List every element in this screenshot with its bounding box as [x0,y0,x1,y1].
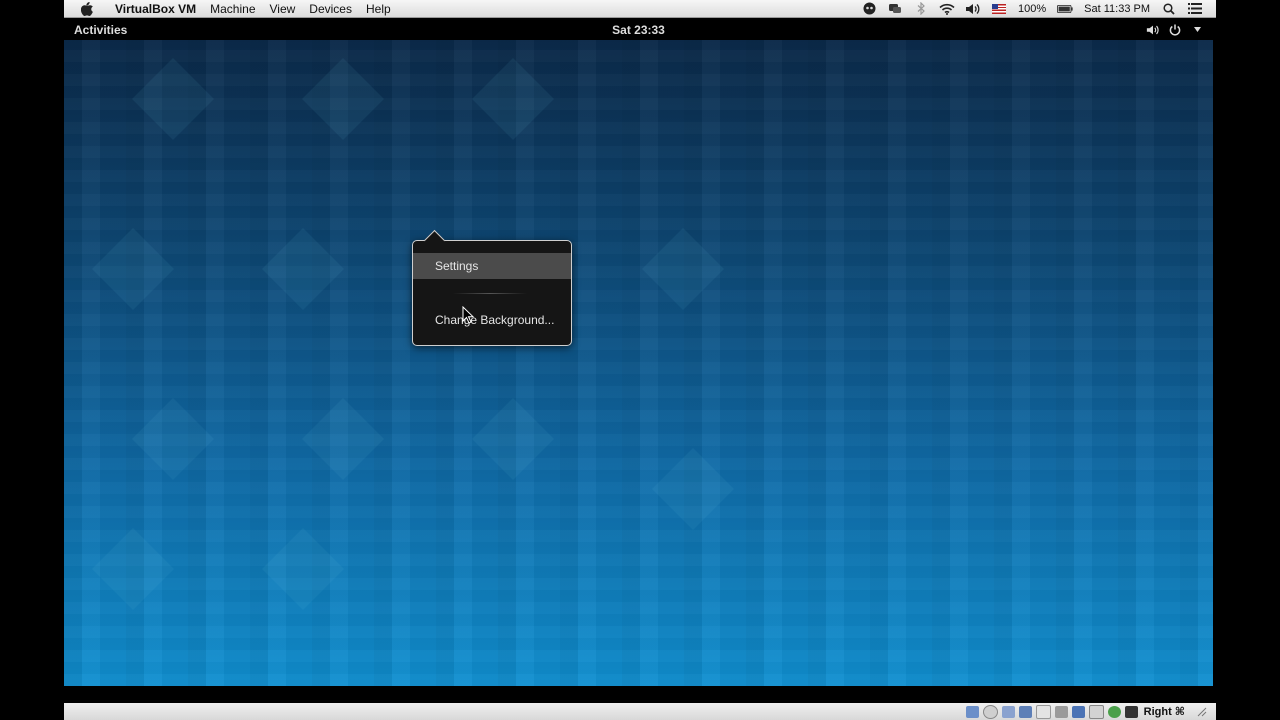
host-clock[interactable]: Sat 11:33 PM [1084,3,1150,15]
menu-devices[interactable]: Devices [302,0,359,17]
popup-pointer [423,229,446,252]
us-flag-icon[interactable] [991,2,1007,16]
activities-button[interactable]: Activities [74,23,127,37]
gnome-top-bar: Activities Sat 23:33 [64,19,1213,40]
volume-icon[interactable] [965,2,981,16]
menu-machine[interactable]: Machine [203,0,262,17]
menu-item-settings[interactable]: Settings [413,253,571,279]
host-menu-bar: VirtualBox VM Machine View Devices Help [64,0,1216,18]
power-icon[interactable] [1167,23,1183,37]
menu-separator [453,293,527,294]
shared-folders-icon[interactable] [1054,705,1068,718]
alien-icon[interactable] [861,2,877,16]
spotlight-search-icon[interactable] [1161,2,1177,16]
resize-grip-icon[interactable] [1195,706,1208,718]
battery-percent: 100% [1018,2,1047,15]
screen: VirtualBox VM Machine View Devices Help [0,0,1280,720]
battery-icon[interactable] [1057,2,1073,16]
floppy-icon[interactable] [1001,705,1015,718]
apple-logo-icon[interactable] [80,1,94,16]
desktop-background[interactable]: Settings Change Background... [64,40,1213,686]
vbox-status-bar: Right ⌘ [64,703,1216,720]
wallpaper-pattern [64,40,1213,686]
display-icon[interactable] [1071,705,1085,718]
menu-item-change-background[interactable]: Change Background... [413,307,571,333]
usb-icon[interactable] [1035,704,1051,719]
host-key-label: Right ⌘ [1143,706,1185,718]
chevron-down-icon[interactable] [1189,23,1205,37]
optical-drive-icon[interactable] [982,704,998,719]
network-icon[interactable] [1018,705,1032,718]
menu-app-name[interactable]: VirtualBox VM [108,0,203,17]
keyboard-capture-icon[interactable] [1124,705,1138,718]
desktop-context-menu: Settings Change Background... [412,229,572,346]
volume-icon[interactable] [1145,23,1161,37]
gnome-system-tray[interactable] [1145,23,1213,37]
gnome-clock[interactable]: Sat 23:33 [612,23,665,37]
wifi-icon[interactable] [939,2,955,16]
host-status-area: 100% Sat 11:33 PM [856,0,1216,17]
guest-display: Activities Sat 23:33 Settings Change Bac… [64,19,1213,686]
recording-icon[interactable] [1088,704,1104,719]
mouse-cursor-icon [462,306,474,324]
hard-disk-icon[interactable] [965,705,979,718]
mouse-integration-icon[interactable] [1107,705,1121,718]
host-menu-left: VirtualBox VM Machine View Devices Help [64,0,398,17]
menu-help[interactable]: Help [359,0,398,17]
chat-icon[interactable] [887,2,903,16]
bluetooth-icon[interactable] [913,2,929,16]
notification-list-icon[interactable] [1187,2,1203,16]
menu-view[interactable]: View [263,0,303,17]
